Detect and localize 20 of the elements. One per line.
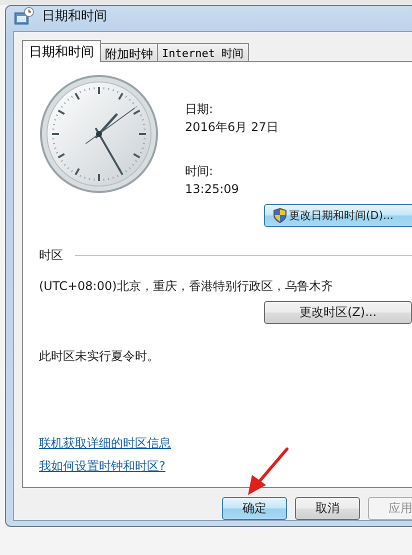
dialog-button[interactable]: 取消	[295, 497, 360, 520]
arrow-icon	[246, 447, 290, 497]
tab[interactable]: 附加时钟	[100, 43, 158, 62]
timezone-heading: 时区	[39, 247, 63, 264]
date-value: 2016年6月 27日	[185, 119, 278, 136]
shield-icon	[273, 208, 287, 223]
calendar-clock-icon	[14, 7, 34, 25]
dialog-button[interactable]: 确定	[222, 497, 287, 520]
time-value: 13:25:09	[185, 181, 240, 198]
tab[interactable]: 日期和时间	[22, 40, 101, 62]
dst-note: 此时区未实行夏令时。	[39, 348, 160, 365]
tab[interactable]: Internet 时间	[157, 43, 249, 62]
help-link[interactable]: 联机获取详细的时区信息	[39, 435, 171, 452]
timezone-value: (UTC+08:00)北京，重庆，香港特别行政区，乌鲁木齐	[39, 278, 334, 295]
window-title: 日期和时间	[42, 8, 107, 25]
date-label: 日期:	[185, 101, 214, 118]
time-label: 时间:	[185, 163, 214, 180]
help-link[interactable]: 我如何设置时钟和时区?	[39, 458, 166, 475]
change-date-time-button[interactable]: 更改日期和时间(D)...	[264, 204, 412, 227]
change-timezone-button[interactable]: 更改时区(Z)...	[264, 301, 412, 324]
